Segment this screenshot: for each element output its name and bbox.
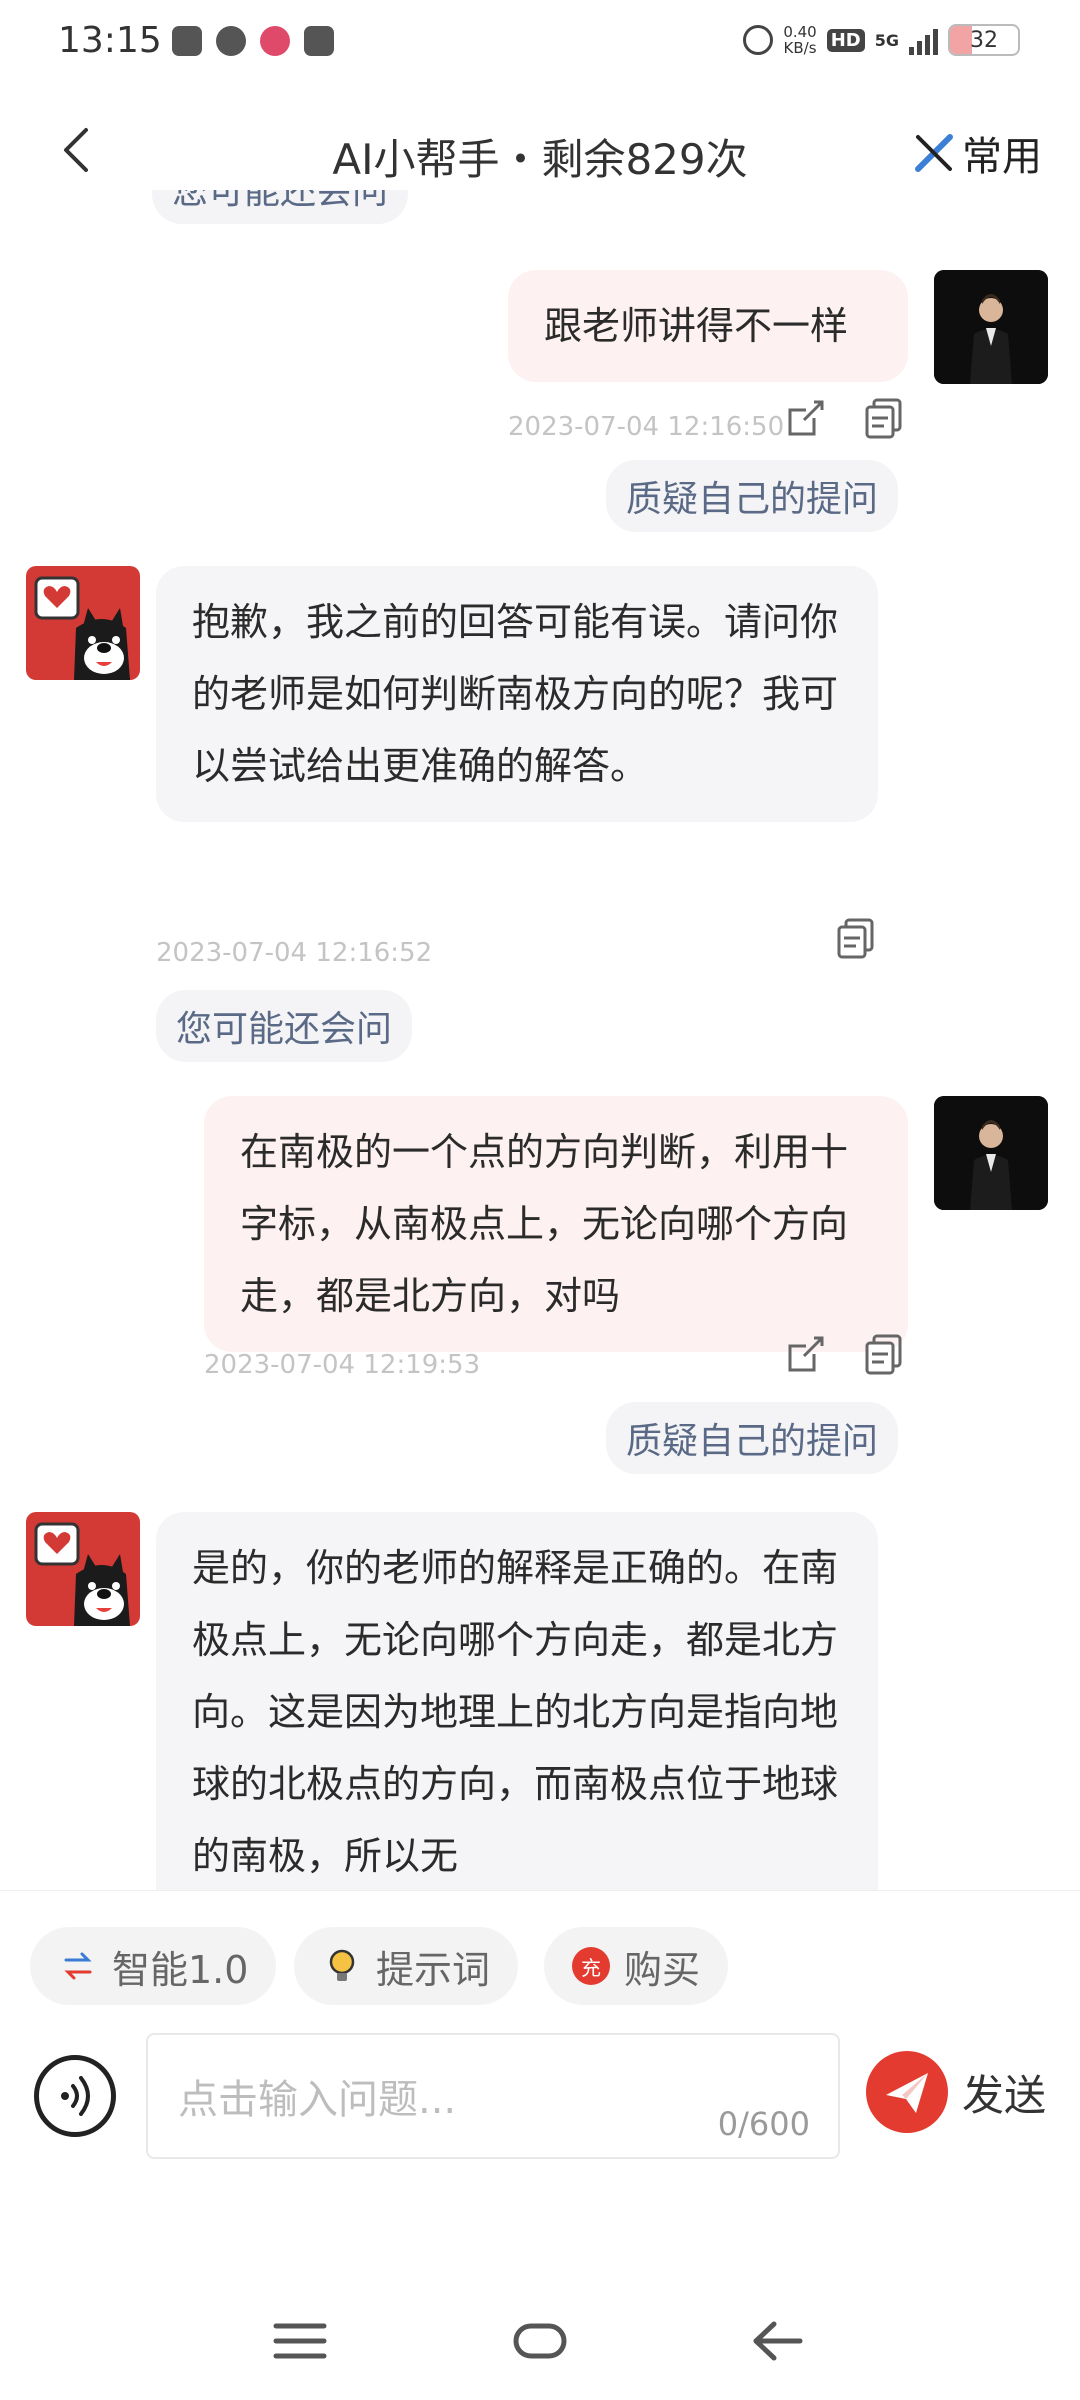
ai-message-bubble[interactable]: 是的，你的老师的解释是正确的。在南极点上，无论向哪个方向走，都是北方向。这是因为… bbox=[156, 1512, 878, 1890]
send-circle bbox=[866, 2051, 948, 2133]
status-right: 0.40 KB/s HD 5G 32 bbox=[743, 24, 1020, 56]
copy-icon[interactable] bbox=[862, 396, 906, 440]
message-timestamp: 2023-07-04 12:16:50 bbox=[508, 412, 785, 442]
square-notification-icon bbox=[304, 26, 334, 56]
model-selector[interactable]: 智能1.0 bbox=[30, 1927, 277, 2005]
alarm-icon bbox=[743, 25, 774, 55]
network-speed-value: 0.40 bbox=[783, 23, 817, 41]
question-self-chip[interactable]: 质疑自己的提问 bbox=[606, 1402, 899, 1474]
prompt-label: 提示词 bbox=[376, 1947, 491, 1992]
network-speed-unit: KB/s bbox=[783, 39, 817, 57]
message-timestamp: 2023-07-04 12:16:52 bbox=[156, 938, 433, 968]
message-text: 抱歉，我之前的回答可能有误。请问你的老师是如何判断南极方向的呢？我可以尝试给出更… bbox=[192, 600, 839, 788]
nav-back-icon[interactable] bbox=[748, 2318, 808, 2364]
message-text: 在南极的一个点的方向判断，利用十字标，从南极点上，无论向哪个方向走，都是北方向，… bbox=[240, 1130, 849, 1318]
followup-chip-label: 您可能还会问 bbox=[176, 1009, 393, 1050]
followup-chip-label: 您可能还会问 bbox=[172, 190, 389, 212]
pencil-ruler-icon bbox=[915, 134, 953, 172]
question-self-chip[interactable]: 质疑自己的提问 bbox=[606, 460, 899, 532]
input-placeholder: 点击输入问题... bbox=[178, 2077, 457, 2123]
send-plane-icon bbox=[886, 2073, 928, 2113]
user-avatar[interactable] bbox=[934, 270, 1048, 384]
ai-avatar bbox=[26, 1512, 140, 1626]
system-nav-bar bbox=[0, 2280, 1080, 2400]
model-label: 智能1.0 bbox=[112, 1947, 249, 1992]
battery-icon: 32 bbox=[948, 24, 1020, 56]
network-type: 5G bbox=[874, 30, 899, 50]
refresh-icon bbox=[64, 1952, 92, 1980]
share-icon[interactable] bbox=[784, 1332, 828, 1376]
message-text: 跟老师讲得不一样 bbox=[544, 304, 849, 348]
menu-icon[interactable] bbox=[270, 2318, 330, 2364]
buy-button[interactable]: 充 购买 bbox=[544, 1927, 729, 2005]
user-photo bbox=[934, 1096, 1048, 1210]
message-timestamp: 2023-07-04 12:19:53 bbox=[204, 1350, 481, 1380]
status-time: 13:15 bbox=[58, 20, 162, 61]
ai-avatar bbox=[26, 566, 140, 680]
app-notification-icon bbox=[260, 26, 290, 56]
common-button[interactable]: 常用 bbox=[912, 124, 1042, 182]
user-avatar[interactable] bbox=[934, 1096, 1048, 1210]
send-button[interactable]: 发送 bbox=[866, 2051, 1046, 2133]
buy-badge-icon: 充 bbox=[572, 1947, 610, 1985]
signal-icon bbox=[909, 25, 938, 55]
question-self-chip-label: 质疑自己的提问 bbox=[626, 479, 879, 520]
home-icon[interactable] bbox=[510, 2318, 570, 2364]
buy-label: 购买 bbox=[624, 1947, 701, 1992]
message-text: 是的，你的老师的解释是正确的。在南极点上，无论向哪个方向走，都是北方向。这是因为… bbox=[192, 1546, 839, 1878]
char-counter: 0/600 bbox=[717, 2105, 810, 2143]
status-bar: 13:15 0.40 KB/s HD 5G 32 bbox=[0, 0, 1080, 84]
copy-icon[interactable] bbox=[834, 916, 878, 960]
user-message-bubble[interactable]: 在南极的一个点的方向判断，利用十字标，从南极点上，无论向哪个方向走，都是北方向，… bbox=[204, 1096, 908, 1352]
hd-badge: HD bbox=[826, 28, 865, 52]
link-notification-icon bbox=[216, 26, 246, 56]
followup-chip[interactable]: 您可能还会问 bbox=[156, 990, 413, 1062]
send-label: 发送 bbox=[962, 2070, 1047, 2120]
user-photo bbox=[934, 270, 1048, 384]
prompt-button[interactable]: 提示词 bbox=[294, 1927, 519, 2005]
common-label: 常用 bbox=[962, 134, 1042, 180]
battery-level: 32 bbox=[970, 28, 998, 53]
followup-chip-partial[interactable]: 您可能还会问 bbox=[152, 190, 409, 224]
question-self-chip-label: 质疑自己的提问 bbox=[626, 1421, 879, 1462]
question-input[interactable]: 点击输入问题... 0/600 bbox=[146, 2033, 840, 2159]
chat-area[interactable]: 您可能还会问 跟老师讲得不一样 2023-07-04 12:16:50 质疑自己… bbox=[0, 190, 1080, 1890]
network-speed: 0.40 KB/s bbox=[783, 24, 816, 56]
ai-message-bubble[interactable]: 抱歉，我之前的回答可能有误。请问你的老师是如何判断南极方向的呢？我可以尝试给出更… bbox=[156, 566, 878, 822]
user-message-bubble[interactable]: 跟老师讲得不一样 bbox=[508, 270, 908, 382]
mail-notification-icon bbox=[172, 26, 202, 56]
voice-icon bbox=[61, 2076, 90, 2116]
notification-icons bbox=[172, 26, 334, 56]
copy-icon[interactable] bbox=[862, 1332, 906, 1376]
voice-input-button[interactable] bbox=[34, 2055, 116, 2137]
lightbulb-icon bbox=[329, 1949, 355, 1981]
share-icon[interactable] bbox=[784, 396, 828, 440]
ai-dog-mascot-icon bbox=[26, 1512, 140, 1626]
ai-dog-mascot-icon bbox=[26, 566, 140, 680]
header-bar: AI小帮手・剩余829次 常用 bbox=[0, 110, 1080, 190]
